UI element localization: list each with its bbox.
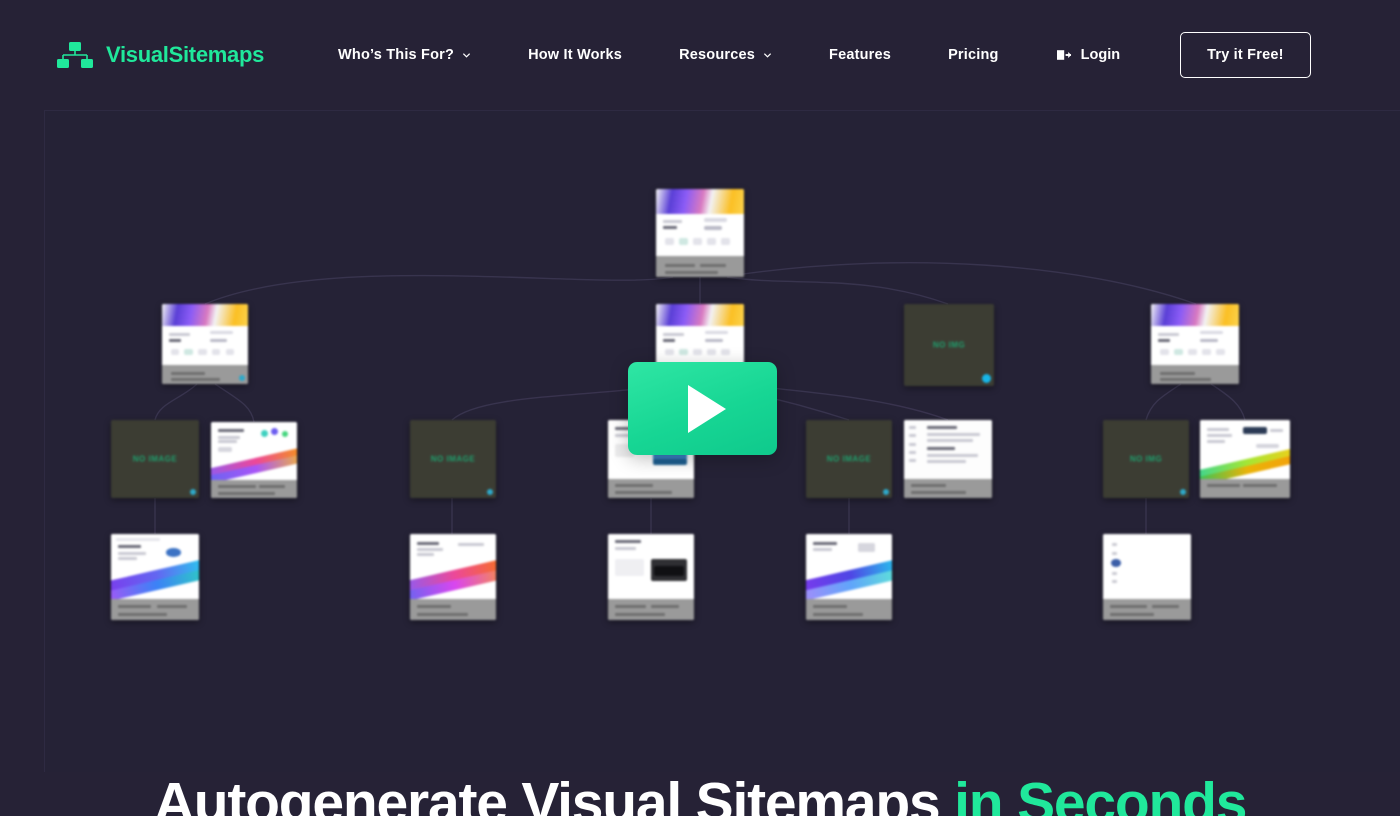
hero-sitemap-panel: NO IMG NO IMAGE NO IMAGE NO IMAGE NO IMG [44, 110, 1400, 772]
nav-item-how-it-works[interactable]: How It Works [528, 39, 622, 71]
headline-accent: in Seconds [954, 771, 1247, 816]
chevron-down-icon [462, 51, 471, 60]
sitemap-node-r3[interactable] [1103, 534, 1191, 620]
node-placeholder-label: NO IMG [1129, 454, 1163, 464]
page-headline: Autogenerate Visual Sitemaps in Seconds [0, 770, 1400, 816]
sitemap-node-root[interactable] [656, 189, 744, 277]
node-placeholder-label: NO IMAGE [826, 454, 872, 464]
landing-page: NO IMG NO IMAGE NO IMAGE NO IMAGE NO IMG… [0, 0, 1400, 816]
sign-in-icon [1056, 50, 1071, 60]
node-placeholder-label: NO IMAGE [430, 454, 476, 464]
node-status-dot [190, 489, 196, 495]
nav-item-label: Who’s This For? [338, 47, 455, 63]
node-placeholder-label: NO IMG [932, 340, 966, 350]
chevron-down-icon [763, 51, 772, 60]
node-placeholder-label: NO IMAGE [132, 454, 178, 464]
brand-name: VisualSitemaps [106, 42, 265, 67]
login-link[interactable]: Login [1056, 47, 1120, 63]
nav-item-pricing[interactable]: Pricing [948, 39, 999, 71]
sitemap-node-c3a[interactable] [410, 534, 496, 620]
nav-item-features[interactable]: Features [829, 39, 891, 71]
nav-item-whos-this-for[interactable]: Who’s This For? [338, 39, 471, 71]
sitemap-canvas[interactable]: NO IMG NO IMAGE NO IMAGE NO IMAGE NO IMG [45, 111, 1400, 772]
sitemap-node-r2b[interactable] [1200, 420, 1290, 498]
try-it-free-button[interactable]: Try it Free! [1180, 32, 1311, 78]
node-status-dot [982, 374, 991, 383]
node-status-dot [883, 489, 889, 495]
login-label: Login [1080, 47, 1121, 63]
sitemap-node-l1[interactable] [162, 304, 248, 384]
sitemap-node-c2d[interactable] [904, 420, 992, 498]
sitemap-node-r1[interactable] [1151, 304, 1239, 384]
node-status-dot [1180, 489, 1186, 495]
sitemap-node-l2b[interactable] [211, 422, 297, 498]
sitemap-node-c3c[interactable] [806, 534, 892, 620]
node-status-dot [487, 489, 493, 495]
nav-item-label: Resources [679, 47, 756, 63]
nav-links: Who’s This For? How It Works Resources F… [338, 32, 1311, 78]
sitemap-node-c2c[interactable]: NO IMAGE [806, 420, 892, 498]
brand-logo[interactable]: VisualSitemaps [56, 40, 264, 70]
play-triangle-icon [687, 384, 726, 433]
main-navbar: VisualSitemaps Who’s This For? How It Wo… [0, 0, 1400, 110]
sitemap-node-l2a[interactable]: NO IMAGE [111, 420, 199, 498]
hero-play-button[interactable] [628, 362, 777, 455]
sitemap-node-l3[interactable] [111, 534, 199, 620]
headline-primary: Autogenerate Visual Sitemaps [153, 771, 955, 816]
nav-item-label: How It Works [528, 47, 623, 63]
nav-item-label: Pricing [948, 47, 999, 63]
nav-item-resources[interactable]: Resources [679, 39, 772, 71]
sitemap-tree-icon [57, 42, 93, 68]
sitemap-node-c3b[interactable] [608, 534, 694, 620]
nav-item-label: Features [829, 47, 892, 63]
sitemap-node-d1[interactable]: NO IMG [904, 304, 994, 386]
sitemap-node-c2a[interactable]: NO IMAGE [410, 420, 496, 498]
sitemap-node-r2a[interactable]: NO IMG [1103, 420, 1189, 498]
